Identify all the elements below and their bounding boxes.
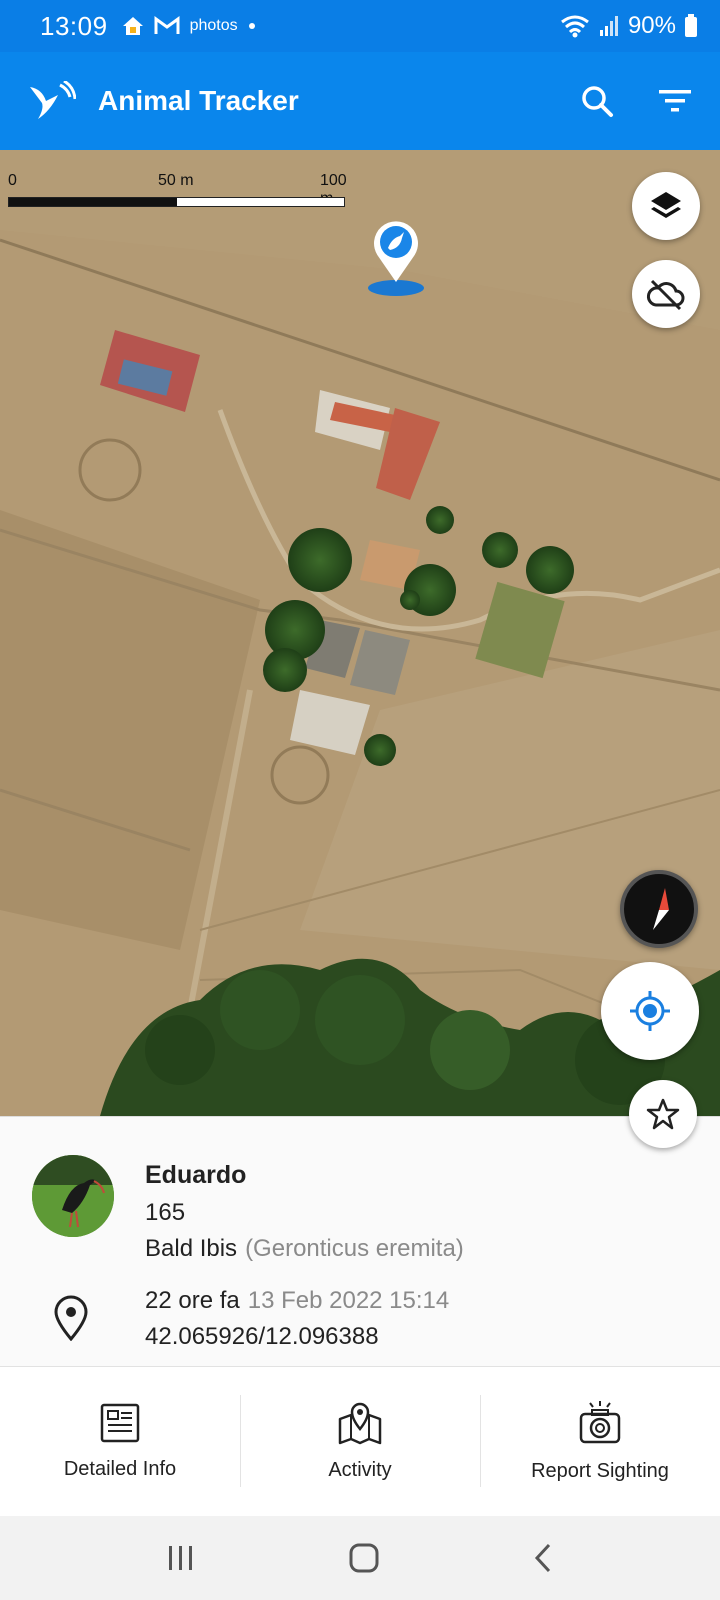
location-pin-icon (54, 1295, 88, 1341)
compass-button[interactable] (620, 870, 698, 948)
battery-icon (685, 14, 697, 37)
detailed-info-label: Detailed Info (63, 1458, 177, 1480)
scale-label-0: 0 (8, 172, 17, 189)
animal-location-marker[interactable] (366, 218, 426, 298)
last-seen-relative: 22 ore fa (145, 1287, 240, 1314)
star-icon (646, 1098, 680, 1130)
coordinates: 42.065926/12.096388 (145, 1323, 379, 1350)
camera-icon (579, 1401, 621, 1444)
layers-icon (651, 192, 681, 218)
home-icon (122, 17, 143, 35)
compass-icon (653, 888, 669, 930)
home-button-icon[interactable] (348, 1542, 380, 1574)
last-seen: 22 ore fa 13 Feb 2022 15:14 (145, 1287, 449, 1315)
activity-button[interactable]: Activity (240, 1367, 480, 1516)
report-sighting-label: Report Sighting (531, 1460, 669, 1482)
gmail-icon (154, 16, 180, 34)
animal-id: 165 (145, 1199, 186, 1226)
wifi-icon (561, 15, 589, 38)
satellite-map[interactable] (0, 150, 720, 1116)
map-terrain (0, 150, 720, 1116)
photos-icon: photos (189, 17, 238, 34)
animal-name: Eduardo (145, 1161, 247, 1189)
app-actions (580, 84, 692, 118)
status-bar: 13:09 photos 90% (0, 0, 720, 52)
my-location-button[interactable] (601, 962, 699, 1060)
last-seen-date: 13 Feb 2022 15:14 (247, 1287, 450, 1314)
species-scientific: (Geronticus eremita) (245, 1235, 464, 1262)
my-location-icon (630, 991, 670, 1031)
scale-label-50: 50 m (158, 172, 194, 189)
detailed-info-button[interactable]: Detailed Info (0, 1367, 240, 1516)
bird-marker-icon (368, 221, 424, 296)
detailed-info-icon (100, 1403, 140, 1443)
action-bar: Detailed Info Activity Report Sighting (0, 1366, 720, 1516)
species-common: Bald Ibis (145, 1235, 238, 1262)
scale-bar (8, 197, 345, 207)
system-nav-bar (0, 1516, 720, 1600)
back-icon[interactable] (532, 1542, 554, 1574)
signal-icon (599, 16, 618, 36)
filter-icon[interactable] (658, 88, 692, 114)
status-right: 90% (560, 12, 698, 40)
app-title: Animal Tracker (98, 85, 299, 116)
recent-apps-icon[interactable] (166, 1544, 196, 1572)
offline-button[interactable] (632, 260, 700, 328)
search-icon[interactable] (580, 84, 614, 118)
activity-label: Activity (328, 1459, 392, 1481)
report-sighting-button[interactable]: Report Sighting (480, 1367, 720, 1516)
app-logo-icon (30, 81, 76, 119)
status-time: 13:09 (40, 10, 108, 41)
notification-icons: photos (122, 15, 256, 37)
activity-map-icon (338, 1402, 382, 1445)
species: Bald Ibis (Geronticus eremita) (145, 1235, 464, 1263)
ibis-photo (32, 1155, 114, 1237)
layers-button[interactable] (632, 172, 700, 240)
animal-info-panel[interactable]: Eduardo 165 Bald Ibis (Geronticus eremita… (0, 1116, 720, 1366)
dot-icon (248, 23, 255, 29)
app-bar: Animal Tracker (0, 52, 720, 150)
animal-avatar (32, 1155, 114, 1237)
favorite-button[interactable] (629, 1080, 697, 1148)
cloud-off-icon (647, 279, 685, 311)
battery-percent: 90% (627, 12, 676, 39)
